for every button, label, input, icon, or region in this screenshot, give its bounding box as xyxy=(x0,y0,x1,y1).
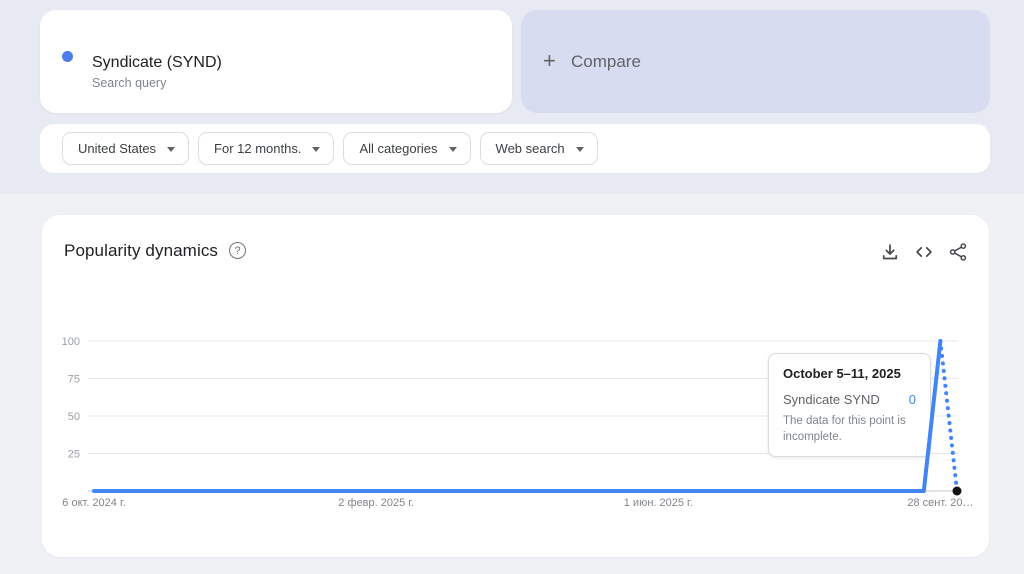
dropdown-caret-icon xyxy=(167,146,176,152)
dropdown-caret-icon xyxy=(575,146,584,152)
filter-region-label: United States xyxy=(78,141,157,156)
chart-plot-area[interactable]: 25 50 75 100 6 окт. 2024 г. 2 февр. 2025 г. 1 … xyxy=(42,215,989,557)
filter-timerange-label: For 12 months. xyxy=(214,141,302,156)
filter-bar: United States For 12 months. All categor… xyxy=(40,124,990,173)
svg-text:1 июн. 2025 г.: 1 июн. 2025 г. xyxy=(624,497,693,509)
dropdown-caret-icon xyxy=(312,146,321,152)
compare-label: Compare xyxy=(571,51,641,71)
tooltip-value: 0 xyxy=(908,392,916,407)
filter-category-dropdown[interactable]: All categories xyxy=(343,132,471,165)
svg-text:6 окт. 2024 г.: 6 окт. 2024 г. xyxy=(62,497,125,509)
tooltip-series-label: Syndicate SYND xyxy=(783,392,880,407)
query-header-section: Syndicate (SYND) Search query + Compare … xyxy=(0,0,1024,194)
plus-icon: + xyxy=(543,47,556,73)
filter-searchtype-dropdown[interactable]: Web search xyxy=(479,132,598,165)
tooltip-note: The data for this point is incomplete. xyxy=(783,415,906,443)
search-term-type: Search query xyxy=(92,76,167,90)
svg-text:28 сент. 20…: 28 сент. 20… xyxy=(907,497,973,509)
chart-tooltip: October 5–11, 2025 Syndicate SYND 0 The … xyxy=(768,353,931,458)
svg-text:2 февр. 2025 г.: 2 февр. 2025 г. xyxy=(338,497,414,509)
compare-button[interactable]: + Compare xyxy=(521,10,990,113)
filter-timerange-dropdown[interactable]: For 12 months. xyxy=(198,132,335,165)
filter-searchtype-label: Web search xyxy=(495,141,565,156)
dropdown-caret-icon xyxy=(448,146,457,152)
svg-text:100: 100 xyxy=(62,336,80,348)
search-term-card[interactable]: Syndicate (SYND) Search query xyxy=(40,10,512,113)
svg-text:75: 75 xyxy=(68,374,80,386)
filter-category-label: All categories xyxy=(359,141,438,156)
filter-region-dropdown[interactable]: United States xyxy=(62,132,190,165)
google-trends-page: Syndicate (SYND) Search query + Compare … xyxy=(0,0,1024,574)
svg-text:50: 50 xyxy=(68,411,80,423)
svg-text:25: 25 xyxy=(68,449,80,461)
tooltip-date: October 5–11, 2025 xyxy=(783,366,901,381)
popularity-dynamics-card: Popularity dynamics ? 25 50 75 100 6 окт… xyxy=(42,215,989,557)
series-color-dot-icon xyxy=(62,51,73,62)
search-term-title: Syndicate (SYND) xyxy=(92,54,222,71)
